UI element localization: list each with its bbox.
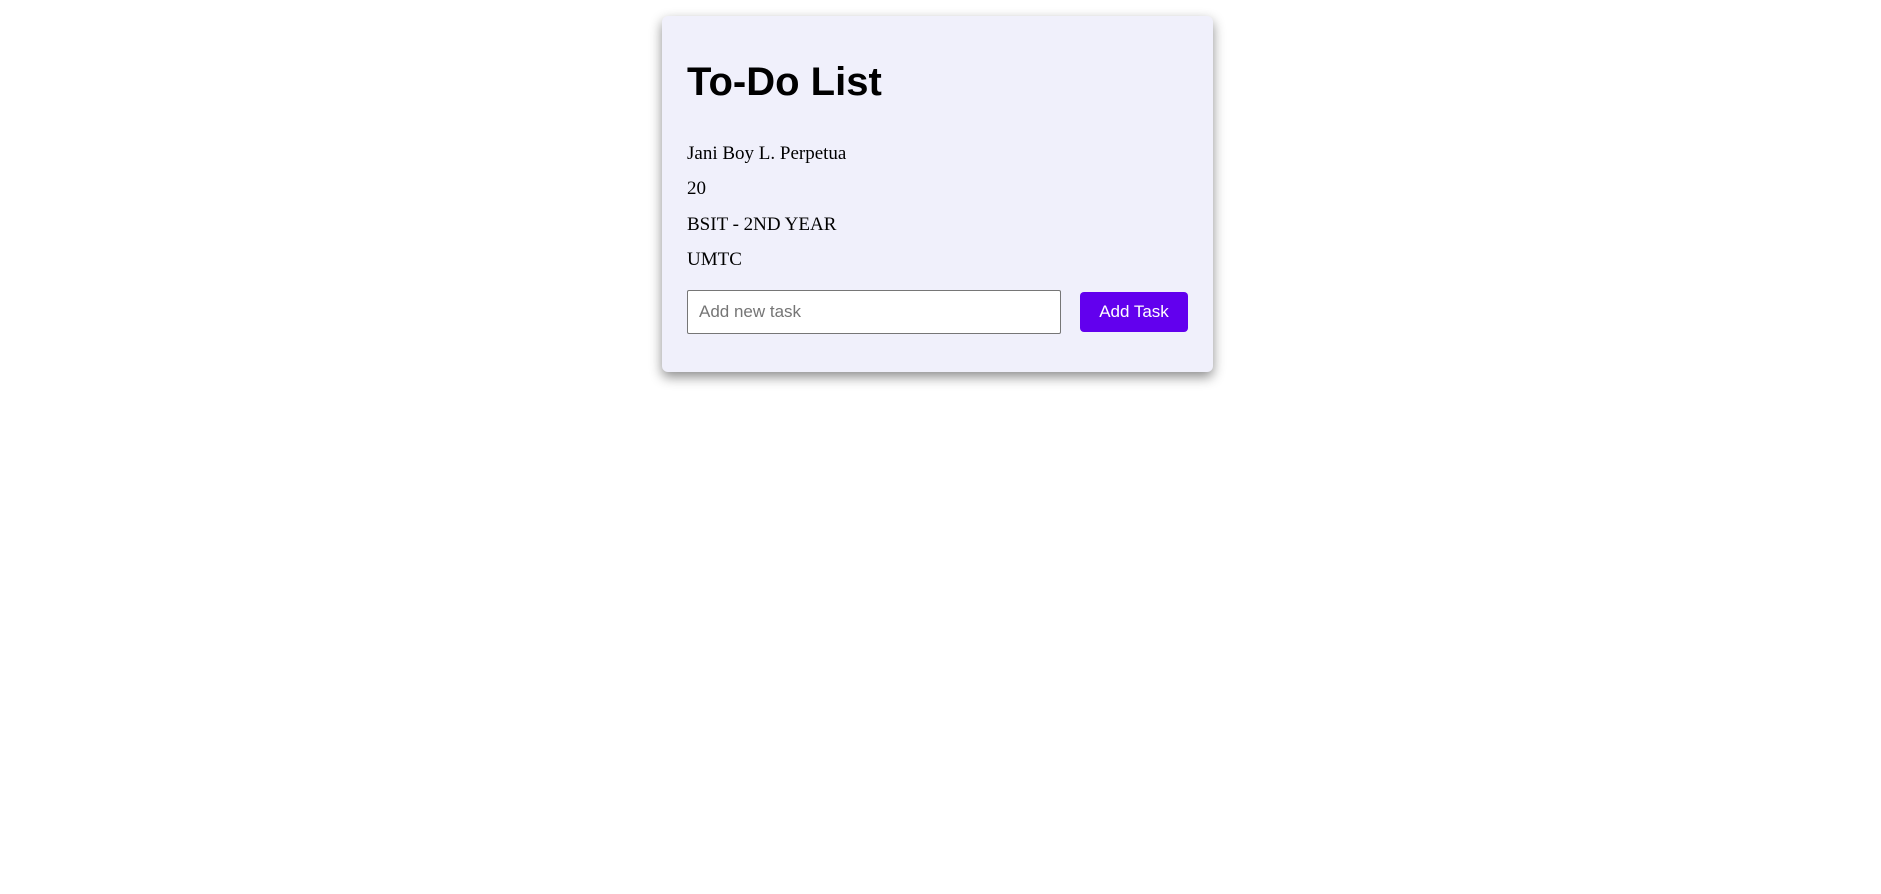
page-title: To-Do List (687, 60, 882, 104)
task-input[interactable] (687, 290, 1061, 334)
student-age: 20 (687, 178, 706, 199)
add-task-button[interactable]: Add Task (1080, 292, 1188, 332)
student-school: UMTC (687, 249, 742, 270)
student-course: BSIT - 2ND YEAR (687, 214, 837, 235)
todo-card: To-Do List Jani Boy L. Perpetua 20 BSIT … (662, 16, 1213, 372)
student-name: Jani Boy L. Perpetua (687, 143, 847, 164)
